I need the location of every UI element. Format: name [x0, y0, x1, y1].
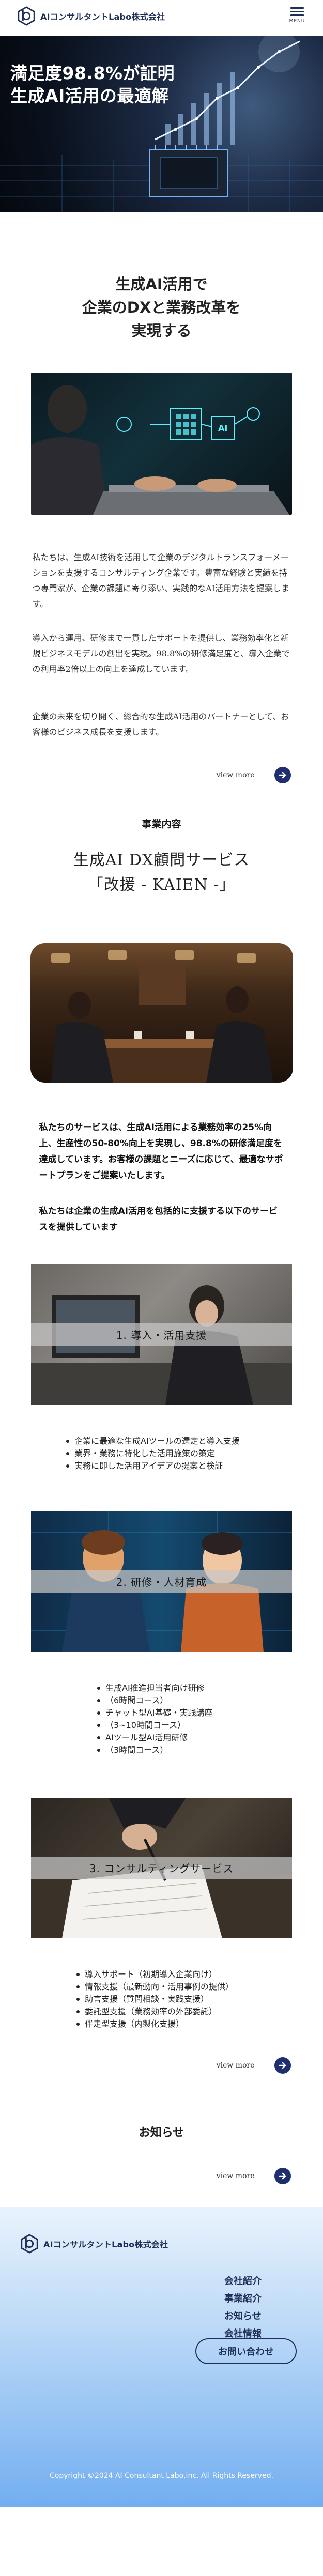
header-logo[interactable]: AIコンサルタントLabo株式会社: [17, 6, 165, 26]
list-item: 伴走型支援（内製化支援）: [74, 2018, 323, 2030]
list-item: （6時間コース）: [95, 1694, 323, 1707]
intro-heading-line2: 企業のDXと業務改革を: [82, 298, 241, 316]
services-description: 私たちのサービスは、生成AI活用による業務効率の25%向上、生産性の50-80%…: [39, 1122, 283, 1181]
site-header: AIコンサルタントLabo株式会社 MENU: [0, 0, 323, 36]
service-3-image: 3. コンサルティングサービス: [31, 1797, 292, 1938]
service-1-image: 1. 導入・活用支援: [31, 1264, 292, 1405]
intro-paragraph-2: 導入から運用、研修まで一貫したサポートを提供し、業務効率化と新規ビジネスモデルの…: [32, 633, 290, 674]
intro-paragraph-3: 企業の未来を切り開く、総合的な生成AI活用のパートナーとして、お客様のビジネス成…: [32, 711, 289, 737]
list-item: 実務に即した活用アイデアの提案と検証: [64, 1460, 323, 1472]
list-item: 委託型支援（業務効率の外部委託）: [74, 2006, 323, 2018]
intro-view-more-link[interactable]: view more: [33, 766, 291, 783]
news-heading: お知らせ: [139, 2126, 184, 2139]
logo-text: AIコンサルタントLabo株式会社: [40, 12, 165, 22]
services-title-line1: 生成AI DX顧問サービス: [73, 851, 250, 869]
services-view-more-link[interactable]: view more: [33, 2057, 291, 2074]
service-2-caption: 2. 研修・人材育成: [31, 1570, 292, 1593]
hero-title-line2: 生成AI活用の最適解: [10, 85, 169, 106]
arrow-right-icon: [274, 2057, 291, 2074]
consultation-meeting-image: [30, 943, 293, 1083]
service-3-list: 導入サポート（初期導入企業向け） 情報支援（最新動向・活用事例の提供） 助言支援…: [74, 1968, 323, 2030]
hero-title: 満足度98.8%が証明 生成AI活用の最適解: [10, 62, 175, 107]
menu-bar: [290, 14, 304, 16]
view-more-label: view more: [216, 2171, 255, 2180]
copyright: Copyright ©2024 AI Consultant Labo,inc. …: [50, 2471, 273, 2480]
list-item: チャット型AI基礎・実践講座: [95, 1707, 323, 1719]
list-item: （3時間コース）: [95, 1744, 323, 1756]
services-heading: 事業内容: [142, 818, 181, 830]
service-2-list: 生成AI推進担当者向け研修 （6時間コース） チャット型AI基礎・実践講座 （3…: [95, 1682, 323, 1756]
hero-banner: 満足度98.8%が証明 生成AI活用の最適解: [0, 36, 323, 212]
service-3-caption: 3. コンサルティングサービス: [31, 1856, 292, 1879]
hamburger-menu-button[interactable]: MENU: [289, 7, 305, 24]
footer-nav-services[interactable]: 事業紹介: [224, 2292, 262, 2306]
chip-icon: [149, 145, 228, 197]
hexagon-logo-icon: [18, 6, 35, 26]
intro-heading-line3: 実現する: [131, 321, 192, 340]
contact-button[interactable]: お問い合わせ: [195, 2338, 297, 2364]
service-2-image: 2. 研修・人材育成: [31, 1511, 292, 1652]
footer-logo[interactable]: AIコンサルタントLabo株式会社: [20, 2234, 168, 2254]
ai-laptop-illustration: AI: [31, 384, 289, 515]
service-1-list: 企業に最適な生成AIツールの選定と導入支援 業界・業務に特化した活用施策の策定 …: [64, 1435, 323, 1472]
services-title-line2: 「改援 - KAIEN -」: [87, 875, 236, 894]
list-item: 企業に最適な生成AIツールの選定と導入支援: [64, 1435, 323, 1447]
footer-nav-news[interactable]: お知らせ: [224, 2309, 262, 2324]
arrow-right-icon: [274, 2167, 291, 2184]
list-item: 導入サポート（初期導入企業向け）: [74, 1968, 323, 1981]
hexagon-logo-icon: [21, 2234, 38, 2254]
intro-paragraph-1: 私たちは、生成AI技術を活用して企業のデジタルトランスフォーメーションを支援する…: [32, 552, 290, 609]
ai-chip-label: AI: [218, 423, 227, 433]
services-description-2: 私たちは企業の生成AI活用を包括的に支援する以下のサービスを提供しています: [39, 1206, 278, 1232]
view-more-label: view more: [216, 2061, 255, 2070]
footer-logo-text: AIコンサルタントLabo株式会社: [43, 2239, 168, 2249]
service-1-caption: 1. 導入・活用支援: [31, 1323, 292, 1346]
meeting-illustration: [51, 950, 273, 1083]
intro-heading-line1: 生成AI活用で: [115, 275, 208, 293]
list-item: 情報支援（最新動向・活用事例の提供）: [74, 1981, 323, 1993]
list-item: AIツール型AI活用研修: [95, 1732, 323, 1744]
list-item: 助言支援（質問相談・実践支援）: [74, 1993, 323, 2006]
list-item: 業界・業務に特化した活用施策の策定: [64, 1447, 323, 1460]
footer-nav: 会社紹介 事業紹介 お知らせ 会社情報: [224, 2274, 262, 2341]
list-item: （3~10時間コース）: [95, 1719, 323, 1732]
footer-nav-company[interactable]: 会社紹介: [224, 2274, 262, 2289]
menu-label: MENU: [289, 19, 305, 24]
arrow-right-icon: [274, 766, 291, 783]
menu-bar: [290, 11, 304, 12]
hero-title-line1: 満足度98.8%が証明: [10, 63, 175, 83]
ai-laptop-image: AI: [31, 372, 292, 515]
site-footer: AIコンサルタントLabo株式会社 会社紹介 事業紹介 お知らせ 会社情報 お問…: [0, 2207, 323, 2507]
hamburger-menu-icon: [290, 7, 304, 9]
view-more-label: view more: [216, 770, 255, 779]
intro-heading: 生成AI活用で 企業のDXと業務改革を 実現する: [0, 273, 323, 343]
list-item: 生成AI推進担当者向け研修: [95, 1682, 323, 1694]
news-view-more-link[interactable]: view more: [33, 2167, 291, 2184]
services-title: 生成AI DX顧問サービス 「改援 - KAIEN -」: [0, 848, 323, 898]
